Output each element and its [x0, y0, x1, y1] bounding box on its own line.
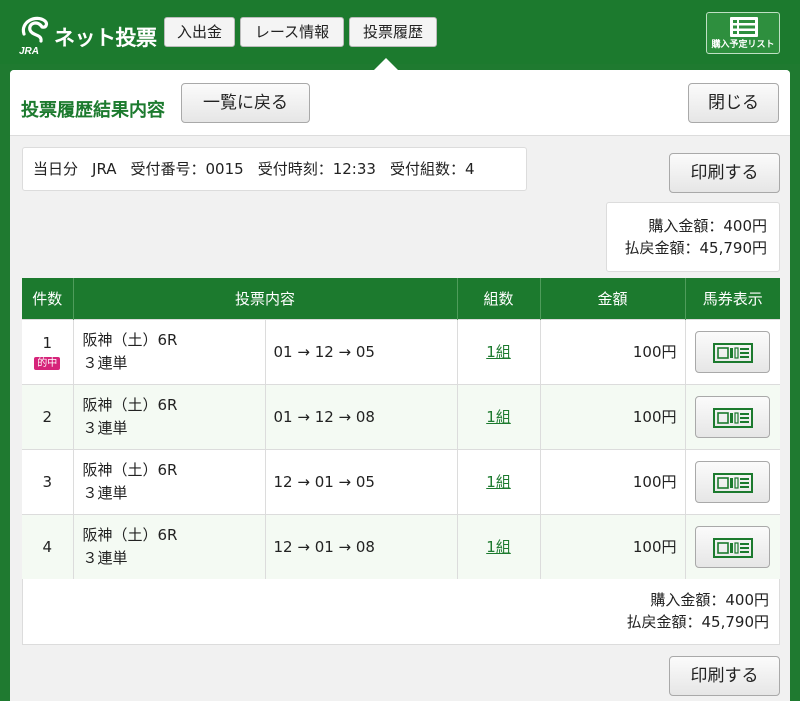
- print-button-bottom[interactable]: 印刷する: [669, 656, 780, 696]
- receipt-day: 当日分: [33, 160, 79, 178]
- table-row: 4 阪神（土）6R ３連単 12 → 01 → 08 1組 100円: [22, 513, 780, 579]
- receipt-number: 受付番号：0015: [130, 160, 244, 178]
- jra-net-vote-logo[interactable]: JRA ネット投票: [18, 12, 157, 56]
- bet-type: ３連単: [82, 353, 128, 372]
- jra-logo-icon: JRA: [19, 16, 49, 56]
- table-header-row: 件数 投票内容 組数 金額 馬券表示: [22, 278, 780, 319]
- sets-cell: 1組: [456, 448, 540, 514]
- amount-summary-top: 購入金額：400円 払戻金額：45,790円: [606, 202, 780, 272]
- ticket-cell: [684, 318, 780, 384]
- sets-link[interactable]: 1組: [486, 408, 511, 426]
- table-row: 3 阪神（土）6R ３連単 12 → 01 → 05 1組 100円: [22, 448, 780, 514]
- active-tab-pointer: [374, 58, 398, 70]
- row-no-cell: 1 的中: [22, 318, 73, 384]
- back-to-list-button[interactable]: 一覧に戻る: [181, 83, 310, 123]
- row-no: 3: [22, 448, 73, 514]
- payout-amount-bottom: 払戻金額：45,790円: [626, 613, 770, 631]
- ticket-icon: [713, 537, 754, 558]
- nav-race-info[interactable]: レース情報: [240, 17, 344, 47]
- vote-history-modal: 投票履歴結果内容 一覧に戻る 閉じる 当日分 JRA 受付番号：0015 受付時刻：1…: [10, 70, 790, 701]
- receipt-info: 当日分 JRA 受付番号：0015 受付時刻：12:33 受付組数：4: [22, 147, 527, 191]
- sets-cell: 1組: [456, 318, 540, 384]
- ticket-display-button[interactable]: [695, 460, 771, 503]
- header-count: 件数: [22, 278, 73, 319]
- list-icon: [730, 17, 758, 37]
- header-vote-content: 投票内容: [72, 278, 457, 319]
- bet-amount: 100円: [539, 318, 685, 384]
- ticket-icon: [713, 407, 754, 428]
- purchase-list-label: 購入予定リスト: [711, 40, 775, 50]
- ticket-display-button[interactable]: [695, 525, 771, 568]
- race-cell: 阪神（土）6R ３連単: [72, 513, 265, 579]
- row-no: 2: [22, 383, 73, 449]
- purchase-amount: 購入金額：400円: [648, 217, 767, 235]
- race-name: 阪神（土）6R: [82, 395, 178, 414]
- modal-header: 投票履歴結果内容 一覧に戻る 閉じる: [10, 70, 790, 136]
- bet-combination: 01 → 12 → 05: [264, 318, 457, 384]
- logo-sub-text: JRA: [19, 46, 39, 56]
- amount-summary-bottom: 購入金額：400円 払戻金額：45,790円: [22, 579, 780, 645]
- sets-cell: 1組: [456, 513, 540, 579]
- hit-badge: 的中: [34, 356, 61, 370]
- modal-title: 投票履歴結果内容: [21, 100, 165, 121]
- ticket-cell: [684, 448, 780, 514]
- bets-table: 件数 投票内容 組数 金額 馬券表示 1 的中 阪神（土）6R ３連単 01 →…: [22, 278, 780, 579]
- sets-link[interactable]: 1組: [486, 538, 511, 556]
- sets-link[interactable]: 1組: [486, 343, 511, 361]
- print-button-top[interactable]: 印刷する: [669, 153, 780, 193]
- race-cell: 阪神（土）6R ３連単: [72, 383, 265, 449]
- header-sets: 組数: [456, 278, 540, 319]
- receipt-time: 受付時刻：12:33: [257, 160, 376, 178]
- bet-combination: 01 → 12 → 08: [264, 383, 457, 449]
- ticket-display-button[interactable]: [695, 395, 771, 438]
- race-cell: 阪神（土）6R ３連単: [72, 318, 265, 384]
- logo-text: ネット投票: [54, 26, 157, 50]
- bet-combination: 12 → 01 → 05: [264, 448, 457, 514]
- bet-type: ３連単: [82, 418, 128, 437]
- bet-amount: 100円: [539, 513, 685, 579]
- sets-link[interactable]: 1組: [486, 473, 511, 491]
- race-name: 阪神（土）6R: [82, 525, 178, 544]
- receipt-org: JRA: [92, 160, 117, 178]
- close-button[interactable]: 閉じる: [688, 83, 779, 123]
- purchase-list-button[interactable]: 購入予定リスト: [706, 12, 780, 54]
- nav-vote-history[interactable]: 投票履歴: [349, 17, 437, 47]
- ticket-display-button[interactable]: [695, 330, 771, 373]
- row-no: 4: [22, 513, 73, 579]
- ticket-icon: [713, 342, 754, 363]
- race-name: 阪神（土）6R: [82, 460, 178, 479]
- top-bar: JRA ネット投票 入出金 レース情報 投票履歴 購入予定リスト: [0, 0, 800, 70]
- row-no: 1: [42, 333, 53, 352]
- bet-type: ３連単: [82, 548, 128, 567]
- sets-cell: 1組: [456, 383, 540, 449]
- race-cell: 阪神（土）6R ３連単: [72, 448, 265, 514]
- ticket-icon: [713, 472, 754, 493]
- nav-deposit-withdraw[interactable]: 入出金: [164, 17, 235, 47]
- purchase-amount-bottom: 購入金額：400円: [650, 591, 769, 609]
- ticket-cell: [684, 383, 780, 449]
- bet-amount: 100円: [539, 383, 685, 449]
- ticket-cell: [684, 513, 780, 579]
- receipt-sets: 受付組数：4: [389, 160, 475, 178]
- header-ticket-display: 馬券表示: [684, 278, 780, 319]
- table-row: 1 的中 阪神（土）6R ３連単 01 → 12 → 05 1組 100円: [22, 318, 780, 384]
- bet-type: ３連単: [82, 483, 128, 502]
- race-name: 阪神（土）6R: [82, 330, 178, 349]
- payout-amount: 払戻金額：45,790円: [624, 239, 768, 257]
- bet-amount: 100円: [539, 448, 685, 514]
- header-amount: 金額: [539, 278, 685, 319]
- table-row: 2 阪神（土）6R ３連単 01 → 12 → 08 1組 100円: [22, 383, 780, 449]
- bet-combination: 12 → 01 → 08: [264, 513, 457, 579]
